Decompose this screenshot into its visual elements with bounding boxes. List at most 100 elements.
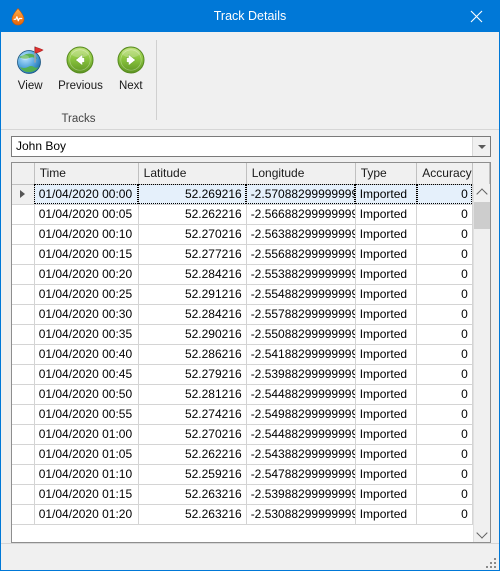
row-header-cell[interactable] [12,384,35,405]
cell-longitude[interactable]: -2.54788299999999 [246,464,356,485]
cell-type[interactable]: Imported [355,204,418,225]
previous-button[interactable]: Previous [55,38,105,93]
table-row[interactable]: 01/04/2020 00:50 52.281216 -2.544882999999… [12,384,490,405]
cell-latitude[interactable]: 52.263216 [138,504,247,525]
cell-longitude[interactable]: -2.53988299999999 [246,364,356,385]
row-header-cell[interactable] [12,364,35,385]
cell-accuracy[interactable]: 0 [416,364,473,385]
table-row[interactable]: 01/04/2020 00:35 52.290216 -2.550882999999… [12,324,490,345]
title-bar[interactable]: Track Details [1,1,499,32]
cell-time[interactable]: 01/04/2020 00:35 [34,324,139,345]
cell-time[interactable]: 01/04/2020 01:20 [34,504,139,525]
scrollbar-thumb[interactable] [474,202,490,229]
cell-longitude[interactable]: -2.55388299999999 [246,264,356,285]
cell-time[interactable]: 01/04/2020 00:15 [34,244,139,265]
cell-longitude[interactable]: -2.53988299999999 [246,484,356,505]
table-row[interactable]: 01/04/2020 00:30 52.284216 -2.557882999999… [12,304,490,325]
row-header-cell[interactable] [12,504,35,525]
cell-longitude[interactable]: -2.56388299999999 [246,224,356,245]
track-selector-dropdown-button[interactable] [472,137,490,156]
cell-accuracy[interactable]: 0 [416,284,473,305]
cell-longitude[interactable]: -2.53088299999999 [246,504,356,525]
row-header-cell[interactable] [12,284,35,305]
next-button[interactable]: Next [106,38,156,93]
cell-accuracy[interactable]: 0 [416,384,473,405]
cell-longitude[interactable]: -2.55788299999999 [246,304,356,325]
cell-type[interactable]: Imported [355,404,418,425]
cell-time[interactable]: 01/04/2020 00:55 [34,404,139,425]
cell-time[interactable]: 01/04/2020 00:20 [34,264,139,285]
row-header-cell[interactable] [12,244,35,265]
cell-type[interactable]: Imported [355,464,418,485]
cell-type[interactable]: Imported [355,324,418,345]
cell-latitude[interactable]: 52.274216 [138,404,247,425]
row-header-cell[interactable] [12,264,35,285]
cell-time[interactable]: 01/04/2020 00:00 [34,184,139,205]
cell-time[interactable]: 01/04/2020 00:40 [34,344,139,365]
cell-accuracy[interactable]: 0 [416,484,473,505]
cell-latitude[interactable]: 52.262216 [138,204,247,225]
cell-longitude[interactable]: -2.57088299999999 [246,184,356,205]
row-header-cell[interactable] [12,184,35,205]
cell-longitude[interactable]: -2.55088299999999 [246,324,356,345]
cell-time[interactable]: 01/04/2020 00:50 [34,384,139,405]
column-header-longitude[interactable]: Longitude [246,163,356,185]
cell-accuracy[interactable]: 0 [416,444,473,465]
resize-grip-icon[interactable] [484,556,496,568]
row-header-cell[interactable] [12,484,35,505]
cell-longitude[interactable]: -2.54488299999999 [246,384,356,405]
cell-time[interactable]: 01/04/2020 00:05 [34,204,139,225]
cell-type[interactable]: Imported [355,364,418,385]
cell-time[interactable]: 01/04/2020 00:30 [34,304,139,325]
row-header-cell[interactable] [12,324,35,345]
cell-latitude[interactable]: 52.279216 [138,364,247,385]
cell-accuracy[interactable]: 0 [416,264,473,285]
cell-accuracy[interactable]: 0 [416,244,473,265]
table-row[interactable]: 01/04/2020 00:55 52.274216 -2.549882999999… [12,404,490,425]
table-row[interactable]: 01/04/2020 00:20 52.284216 -2.553882999999… [12,264,490,285]
row-header-cell[interactable] [12,304,35,325]
cell-accuracy[interactable]: 0 [416,464,473,485]
cell-latitude[interactable]: 52.259216 [138,464,247,485]
cell-type[interactable]: Imported [355,344,418,365]
cell-type[interactable]: Imported [355,384,418,405]
cell-latitude[interactable]: 52.284216 [138,264,247,285]
table-row[interactable]: 01/04/2020 01:20 52.263216 -2.530882999999… [12,504,490,525]
column-header-accuracy[interactable]: Accuracy [416,163,473,185]
close-button[interactable] [454,1,499,32]
cell-longitude[interactable]: -2.54388299999999 [246,444,356,465]
row-header-cell[interactable] [12,464,35,485]
table-row[interactable]: 01/04/2020 00:15 52.277216 -2.556882999999… [12,244,490,265]
track-selector-combobox[interactable]: John Boy [11,136,491,157]
cell-accuracy[interactable]: 0 [416,324,473,345]
cell-time[interactable]: 01/04/2020 01:00 [34,424,139,445]
cell-latitude[interactable]: 52.270216 [138,224,247,245]
cell-latitude[interactable]: 52.284216 [138,304,247,325]
cell-latitude[interactable]: 52.263216 [138,484,247,505]
cell-accuracy[interactable]: 0 [416,344,473,365]
column-header-type[interactable]: Type [355,163,418,185]
scroll-up-button[interactable] [474,184,490,201]
cell-type[interactable]: Imported [355,244,418,265]
cell-time[interactable]: 01/04/2020 01:10 [34,464,139,485]
cell-longitude[interactable]: -2.56688299999999 [246,204,356,225]
cell-type[interactable]: Imported [355,444,418,465]
cell-type[interactable]: Imported [355,224,418,245]
row-header-cell[interactable] [12,424,35,445]
cell-latitude[interactable]: 52.270216 [138,424,247,445]
cell-latitude[interactable]: 52.269216 [138,184,247,205]
view-button[interactable]: View [5,38,55,93]
scroll-down-button[interactable] [474,525,490,542]
column-header-time[interactable]: Time [34,163,139,185]
cell-accuracy[interactable]: 0 [416,504,473,525]
cell-time[interactable]: 01/04/2020 00:45 [34,364,139,385]
table-row[interactable]: 01/04/2020 00:05 52.262216 -2.566882999999… [12,204,490,225]
row-header-cell[interactable] [12,404,35,425]
cell-type[interactable]: Imported [355,284,418,305]
cell-accuracy[interactable]: 0 [416,224,473,245]
cell-type[interactable]: Imported [355,304,418,325]
cell-latitude[interactable]: 52.281216 [138,384,247,405]
column-header-latitude[interactable]: Latitude [138,163,247,185]
row-header-cell[interactable] [12,224,35,245]
row-header-cell[interactable] [12,444,35,465]
